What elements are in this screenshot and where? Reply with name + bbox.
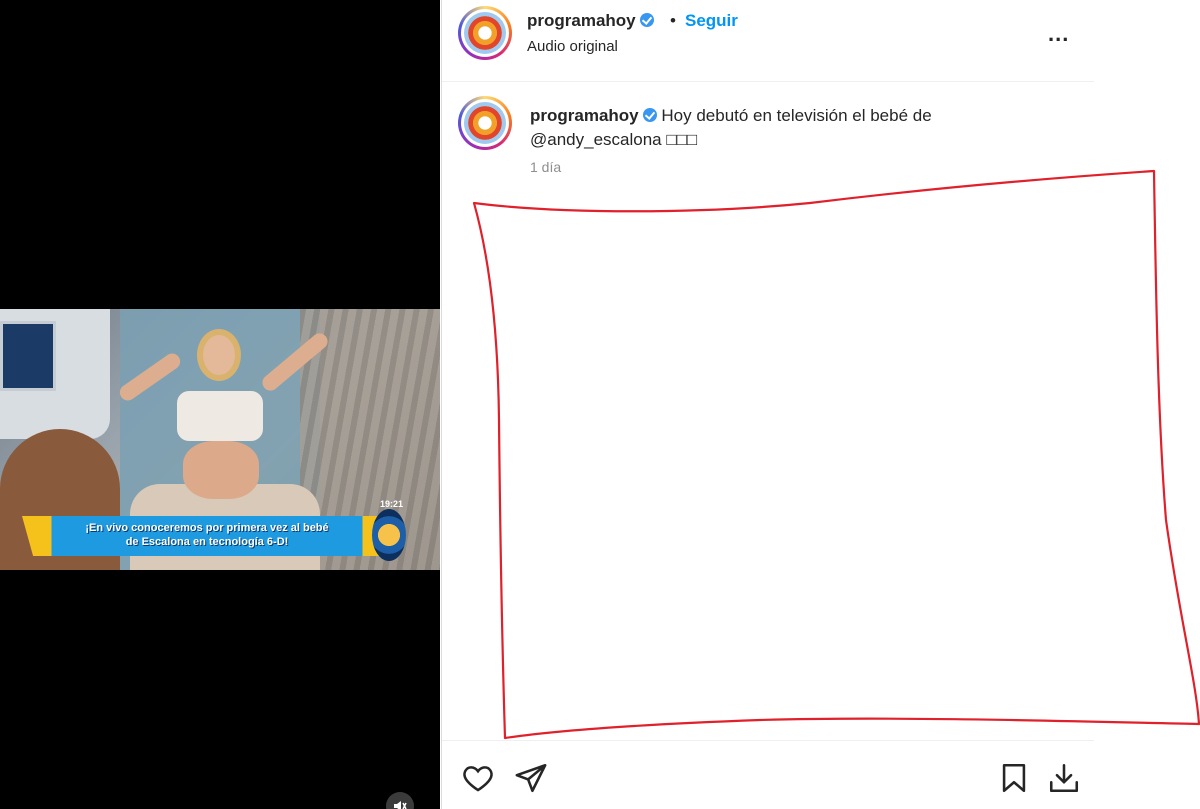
video-scene-monitor — [0, 321, 56, 391]
header-separator: • — [670, 11, 676, 30]
channel-logo — [464, 12, 506, 54]
avatar[interactable] — [458, 96, 512, 150]
caption-username[interactable]: programahoy — [530, 106, 639, 125]
video-scene-ultrasound-machine — [0, 309, 110, 439]
channel-logo — [464, 102, 506, 144]
tv-ticker: ¡En vivo conoceremos por primera vez al … — [22, 516, 392, 556]
mute-icon[interactable] — [386, 792, 414, 809]
caption-text: programahoy Hoy debutó en televisión el … — [530, 104, 1070, 152]
heart-icon[interactable] — [461, 761, 495, 795]
download-icon[interactable] — [1047, 761, 1081, 795]
post-header: programahoy • Seguir Audio original ... — [442, 0, 1094, 82]
tv-ticker-line: de Escalona en tecnología 6-D! — [125, 536, 289, 548]
audio-link[interactable]: Audio original — [527, 38, 618, 55]
action-bar — [442, 740, 1094, 809]
header-username[interactable]: programahoy — [527, 11, 654, 31]
verified-icon — [642, 108, 657, 122]
caption-emoji: □□□ — [666, 130, 698, 149]
more-options-icon[interactable]: ... — [1048, 22, 1076, 46]
video-scene-belly — [183, 441, 259, 499]
tv-clock: 19:21 — [380, 499, 404, 509]
bookmark-icon[interactable] — [997, 761, 1031, 795]
tv-ticker-line: ¡En vivo conoceremos por primera vez al … — [85, 522, 329, 534]
header-username-text[interactable]: programahoy — [527, 11, 636, 30]
video-scene-top — [177, 391, 263, 441]
avatar[interactable] — [458, 6, 512, 60]
caption-mention[interactable]: @andy_escalona — [530, 130, 662, 149]
video-scene-head — [197, 329, 241, 381]
video-pane[interactable]: 19:21 ¡En vivo conoceremos por primera v… — [0, 0, 440, 809]
video-scene-person — [175, 329, 265, 499]
paper-plane-icon[interactable] — [514, 761, 548, 795]
tv-channel-logo — [372, 509, 406, 561]
follow-button[interactable]: Seguir — [685, 11, 738, 31]
video-frame[interactable]: 19:21 ¡En vivo conoceremos por primera v… — [0, 309, 440, 570]
post-timestamp[interactable]: 1 día — [530, 159, 561, 175]
post-panel: programahoy • Seguir Audio original ... … — [441, 0, 1200, 809]
verified-icon — [639, 13, 654, 27]
caption-body: Hoy debutó en televisión el bebé de — [661, 106, 932, 125]
